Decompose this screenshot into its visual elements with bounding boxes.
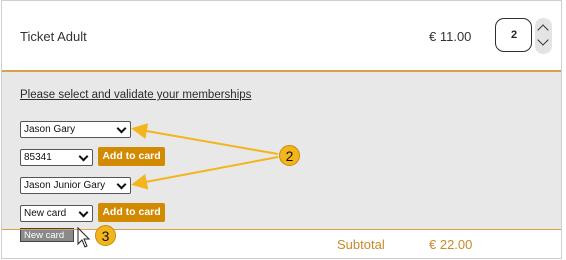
dropdown-option-new-card[interactable]: New card bbox=[20, 228, 74, 242]
chevron-down-icon bbox=[78, 151, 89, 162]
memberships-link[interactable]: Please select and validate your membersh… bbox=[20, 89, 251, 101]
membership-select-1-value: Jason Gary bbox=[24, 124, 76, 135]
quantity-value: 2 bbox=[511, 29, 518, 41]
ticket-name: Ticket Adult bbox=[20, 29, 87, 44]
new-card-select-value: New card bbox=[24, 208, 67, 219]
divider bbox=[2, 229, 561, 230]
ticket-price: € 11.00 bbox=[429, 29, 472, 44]
membership-select-2[interactable]: Jason Junior Gary bbox=[20, 177, 131, 194]
subtotal-label: Subtotal bbox=[337, 237, 385, 252]
new-card-select[interactable]: New card bbox=[20, 205, 93, 222]
membership-number-select[interactable]: 85341 bbox=[20, 149, 93, 166]
chevron-down-icon bbox=[116, 179, 127, 190]
membership-select-1[interactable]: Jason Gary bbox=[20, 121, 131, 138]
chevron-down-icon bbox=[78, 207, 89, 218]
callout-badge-3: 3 bbox=[95, 225, 116, 246]
ticket-row: Ticket Adult € 11.00 2 bbox=[2, 1, 561, 69]
cart-panel: Ticket Adult € 11.00 2 Please select and… bbox=[1, 0, 562, 259]
add-to-card-button-2[interactable]: Add to card bbox=[98, 203, 165, 222]
add-to-card-button-1[interactable]: Add to card bbox=[98, 147, 165, 166]
chevron-down-icon[interactable] bbox=[537, 34, 549, 46]
callout-badge-2: 2 bbox=[279, 145, 300, 166]
membership-select-2-value: Jason Junior Gary bbox=[24, 180, 106, 191]
quantity-input[interactable]: 2 bbox=[495, 18, 532, 52]
quantity-stepper[interactable] bbox=[535, 18, 552, 54]
subtotal-value: € 22.00 bbox=[429, 237, 473, 252]
membership-number-value: 85341 bbox=[24, 152, 52, 163]
chevron-down-icon bbox=[116, 123, 127, 134]
